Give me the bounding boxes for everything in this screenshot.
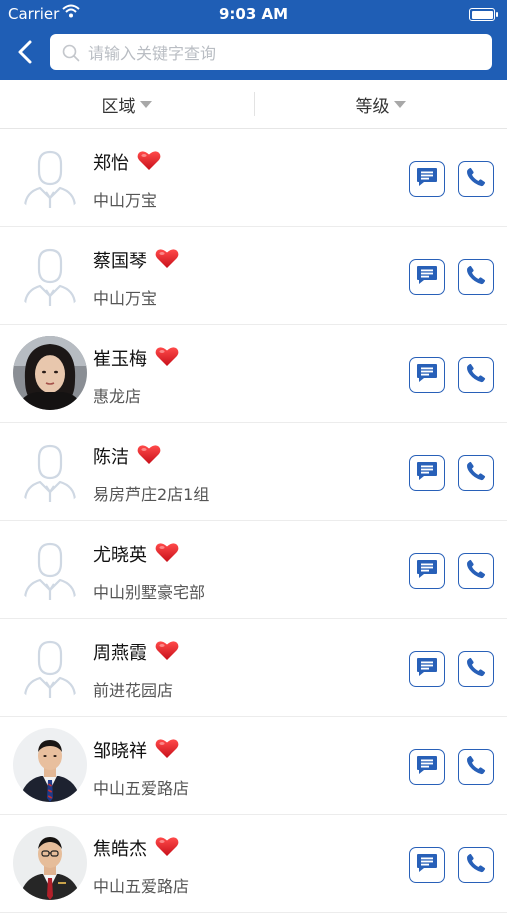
search-input[interactable]	[86, 34, 480, 72]
heart-icon	[137, 444, 161, 469]
phone-icon	[465, 362, 487, 388]
avatar	[13, 826, 87, 900]
navigation-bar: Carrier 9:03 AM	[0, 0, 507, 80]
search-icon	[62, 44, 80, 66]
avatar	[13, 336, 87, 410]
heart-icon	[137, 150, 161, 175]
heart-icon	[155, 836, 179, 861]
call-button[interactable]	[458, 357, 494, 393]
phone-icon	[465, 558, 487, 584]
message-button[interactable]	[409, 161, 445, 197]
message-button[interactable]	[409, 847, 445, 883]
agent-name: 崔玉梅	[93, 349, 147, 370]
caret-down-icon	[393, 100, 406, 108]
message-icon	[416, 853, 438, 877]
status-bar: Carrier 9:03 AM	[0, 0, 507, 30]
agent-name: 陈洁	[93, 447, 129, 468]
message-button[interactable]	[409, 357, 445, 393]
message-icon	[416, 265, 438, 289]
message-icon	[416, 363, 438, 387]
message-icon	[416, 461, 438, 485]
call-button[interactable]	[458, 749, 494, 785]
agent-name: 焦皓杰	[93, 839, 147, 860]
agent-name-wrap: 尤晓英	[93, 541, 179, 567]
agent-row[interactable]: 尤晓英 中山别墅豪宅部	[0, 521, 507, 619]
filter-region-label: 区域	[101, 96, 136, 117]
agent-store: 惠龙店	[93, 387, 142, 406]
phone-icon	[465, 754, 487, 780]
agent-name-wrap: 郑怡	[93, 149, 161, 175]
message-icon	[416, 559, 438, 583]
phone-icon	[465, 460, 487, 486]
heart-icon	[155, 542, 179, 567]
agent-store: 中山万宝	[93, 289, 158, 308]
agent-row[interactable]: 蔡国琴 中山万宝	[0, 227, 507, 325]
phone-icon	[465, 166, 487, 192]
agent-store: 中山五爱路店	[93, 779, 190, 798]
call-button[interactable]	[458, 259, 494, 295]
phone-icon	[465, 264, 487, 290]
call-button[interactable]	[458, 161, 494, 197]
message-button[interactable]	[409, 455, 445, 491]
chevron-left-icon	[18, 40, 32, 64]
filter-bar: 区域 等级	[0, 80, 507, 129]
heart-icon	[155, 248, 179, 273]
agent-row[interactable]: 周燕霞 前进花园店	[0, 619, 507, 717]
agent-name: 邹晓祥	[93, 741, 147, 762]
message-icon	[416, 657, 438, 681]
avatar	[13, 238, 87, 312]
filter-level-label: 等级	[355, 96, 390, 117]
agent-row[interactable]: 郑怡 中山万宝	[0, 129, 507, 227]
agent-store: 中山五爱路店	[93, 877, 190, 896]
phone-icon	[465, 852, 487, 878]
search-bar[interactable]	[50, 34, 492, 72]
avatar	[13, 434, 87, 508]
call-button[interactable]	[458, 847, 494, 883]
avatar	[13, 630, 87, 704]
avatar	[13, 532, 87, 606]
caret-down-icon	[139, 100, 152, 108]
agent-store: 中山别墅豪宅部	[93, 583, 206, 602]
battery-icon	[469, 8, 498, 21]
message-button[interactable]	[409, 651, 445, 687]
agent-list: 郑怡 中山万宝 蔡国琴 中山万宝 崔玉梅 惠龙店 陈洁 易房芦庄2店1组 尤晓英…	[0, 129, 507, 913]
agent-row[interactable]: 崔玉梅 惠龙店	[0, 325, 507, 423]
status-time: 9:03 AM	[218, 5, 289, 23]
agent-store: 前进花园店	[93, 681, 174, 700]
agent-name: 尤晓英	[93, 545, 147, 566]
agent-name: 周燕霞	[93, 643, 147, 664]
agent-row[interactable]: 陈洁 易房芦庄2店1组	[0, 423, 507, 521]
phone-icon	[465, 656, 487, 682]
filter-region-dropdown[interactable]: 区域	[0, 80, 253, 128]
agent-name-wrap: 崔玉梅	[93, 345, 179, 371]
message-icon	[416, 755, 438, 779]
agent-name-wrap: 蔡国琴	[93, 247, 179, 273]
agent-store: 中山万宝	[93, 191, 158, 210]
agent-store: 易房芦庄2店1组	[93, 485, 210, 504]
message-icon	[416, 167, 438, 191]
heart-icon	[155, 640, 179, 665]
filter-level-dropdown[interactable]: 等级	[254, 80, 507, 128]
agent-name: 郑怡	[93, 153, 129, 174]
message-button[interactable]	[409, 259, 445, 295]
call-button[interactable]	[458, 651, 494, 687]
agent-name-wrap: 周燕霞	[93, 639, 179, 665]
heart-icon	[155, 738, 179, 763]
message-button[interactable]	[409, 749, 445, 785]
call-button[interactable]	[458, 455, 494, 491]
agent-name-wrap: 邹晓祥	[93, 737, 179, 763]
call-button[interactable]	[458, 553, 494, 589]
agent-row[interactable]: 邹晓祥 中山五爱路店	[0, 717, 507, 815]
back-button[interactable]	[12, 38, 40, 66]
avatar	[13, 728, 87, 802]
agent-name-wrap: 陈洁	[93, 443, 161, 469]
agent-row[interactable]: 焦皓杰 中山五爱路店	[0, 815, 507, 913]
agent-name: 蔡国琴	[93, 251, 147, 272]
avatar	[13, 140, 87, 214]
heart-icon	[155, 346, 179, 371]
message-button[interactable]	[409, 553, 445, 589]
agent-name-wrap: 焦皓杰	[93, 835, 179, 861]
